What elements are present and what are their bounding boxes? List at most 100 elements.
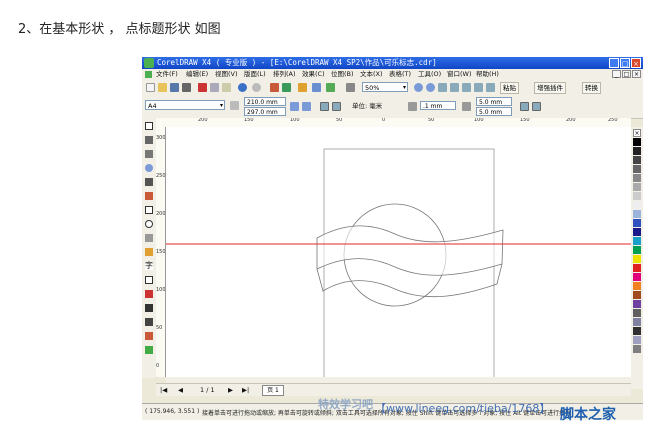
gray-swatch[interactable] bbox=[633, 165, 641, 173]
dimension-tool-icon[interactable] bbox=[145, 290, 153, 298]
zoom-level-select[interactable]: 50% bbox=[362, 82, 408, 93]
orange-swatch[interactable] bbox=[633, 282, 641, 290]
landscape-icon[interactable] bbox=[302, 102, 311, 111]
menu-arrange[interactable]: 排列(A) bbox=[273, 69, 296, 80]
magnifier-icon[interactable] bbox=[145, 164, 153, 172]
light-blue-swatch[interactable] bbox=[633, 210, 641, 218]
arrow-pointer-icon[interactable] bbox=[145, 122, 153, 130]
doc-close-button[interactable]: × bbox=[632, 70, 641, 78]
shape-tool-icon[interactable] bbox=[145, 136, 153, 144]
gray-swatch[interactable] bbox=[633, 147, 641, 155]
gray-swatch[interactable] bbox=[633, 345, 641, 353]
purple-swatch[interactable] bbox=[633, 300, 641, 308]
lavender-swatch[interactable] bbox=[633, 336, 641, 344]
nudge-distance-field[interactable]: .1 mm bbox=[420, 101, 456, 110]
portrait-icon[interactable] bbox=[290, 102, 299, 111]
polygon-tool-icon[interactable] bbox=[145, 234, 153, 242]
last-page-button[interactable]: ▶| bbox=[242, 385, 249, 395]
gray-swatch[interactable] bbox=[633, 183, 641, 191]
export-icon[interactable] bbox=[282, 83, 291, 92]
duplicate-x-field[interactable]: 5.0 mm bbox=[476, 97, 512, 106]
zoom-in-icon[interactable] bbox=[414, 83, 423, 92]
open-folder-icon[interactable] bbox=[158, 83, 167, 92]
rectangle-tool-icon[interactable] bbox=[145, 206, 153, 214]
zoom-height-icon[interactable] bbox=[486, 83, 495, 92]
blue-swatch[interactable] bbox=[633, 219, 641, 227]
basic-shapes-icon[interactable] bbox=[145, 248, 153, 256]
eyedropper-icon[interactable] bbox=[145, 304, 153, 312]
page-orientation-icon[interactable] bbox=[230, 101, 239, 110]
paper-height-field[interactable]: 297.0 mm bbox=[244, 107, 286, 116]
green-swatch[interactable] bbox=[633, 246, 641, 254]
no-color-icon[interactable]: × bbox=[633, 129, 641, 137]
fill-bucket-icon[interactable] bbox=[145, 332, 153, 340]
menu-file[interactable]: 文件(F) bbox=[156, 69, 178, 80]
zoom-width-icon[interactable] bbox=[474, 83, 483, 92]
red-swatch[interactable] bbox=[633, 264, 641, 272]
duplicate-y-field[interactable]: 5.0 mm bbox=[476, 107, 512, 116]
menu-help[interactable]: 帮助(H) bbox=[476, 69, 499, 80]
gray-swatch[interactable] bbox=[633, 156, 641, 164]
brown-swatch[interactable] bbox=[633, 291, 641, 299]
slate-swatch[interactable] bbox=[633, 318, 641, 326]
redo-icon[interactable] bbox=[252, 83, 261, 92]
zoom-selected-icon[interactable] bbox=[438, 83, 447, 92]
gray-swatch[interactable] bbox=[633, 192, 641, 200]
treat-as-filled-icon[interactable] bbox=[532, 102, 541, 111]
save-icon[interactable] bbox=[170, 83, 179, 92]
undo-icon[interactable] bbox=[238, 83, 247, 92]
welcome-screen-icon[interactable] bbox=[312, 83, 321, 92]
magenta-swatch[interactable] bbox=[633, 273, 641, 281]
menu-table[interactable]: 表格(T) bbox=[389, 69, 411, 80]
dark-swatch[interactable] bbox=[633, 327, 641, 335]
menu-edit[interactable]: 编辑(E) bbox=[186, 69, 208, 80]
smart-fill-icon[interactable] bbox=[145, 192, 153, 200]
menu-window[interactable]: 窗口(W) bbox=[447, 69, 472, 80]
paste-icon[interactable] bbox=[222, 83, 231, 92]
zoom-page-icon[interactable] bbox=[462, 83, 471, 92]
paper-type-select[interactable]: A4 bbox=[145, 100, 225, 111]
yellow-swatch[interactable] bbox=[633, 255, 641, 263]
zoom-out-icon[interactable] bbox=[426, 83, 435, 92]
table-tool-icon[interactable] bbox=[145, 276, 153, 284]
application-launcher-icon[interactable] bbox=[298, 83, 307, 92]
import-icon[interactable] bbox=[270, 83, 279, 92]
gray-swatch[interactable] bbox=[633, 174, 641, 182]
previous-page-button[interactable]: ◀ bbox=[178, 385, 183, 395]
cut-icon[interactable] bbox=[198, 83, 207, 92]
black-swatch[interactable] bbox=[633, 138, 641, 146]
menu-effects[interactable]: 效果(C) bbox=[302, 69, 325, 80]
zoom-options-icon[interactable] bbox=[346, 83, 355, 92]
doc-minimize-button[interactable]: _ bbox=[612, 70, 621, 78]
menu-text[interactable]: 文本(X) bbox=[360, 69, 383, 80]
outline-pen-icon[interactable] bbox=[145, 318, 153, 326]
navy-swatch[interactable] bbox=[633, 228, 641, 236]
menu-layout[interactable]: 版面(L) bbox=[244, 69, 266, 80]
menu-view[interactable]: 视图(V) bbox=[215, 69, 238, 80]
paper-width-field[interactable]: 210.0 mm bbox=[244, 97, 286, 106]
interactive-fill-icon[interactable] bbox=[145, 346, 153, 354]
menu-bitmaps[interactable]: 位图(B) bbox=[331, 69, 354, 80]
maximize-button[interactable]: □ bbox=[620, 58, 630, 68]
crop-tool-icon[interactable] bbox=[145, 150, 153, 158]
units-options-icon[interactable] bbox=[520, 102, 529, 111]
zoom-all-icon[interactable] bbox=[450, 83, 459, 92]
vertical-ruler[interactable]: 300 250 200 150 100 50 0 bbox=[156, 127, 166, 377]
paste-button[interactable]: 粘贴 bbox=[500, 82, 519, 94]
extensions-button[interactable]: 增强插件 bbox=[534, 82, 566, 94]
transform-button[interactable]: 转换 bbox=[582, 82, 601, 94]
cyan-swatch[interactable] bbox=[633, 237, 641, 245]
menu-tools[interactable]: 工具(O) bbox=[418, 69, 441, 80]
page-tab[interactable]: 页 1 bbox=[262, 385, 284, 396]
next-page-button[interactable]: ▶ bbox=[228, 385, 233, 395]
corel-online-icon[interactable] bbox=[326, 83, 335, 92]
drawing-canvas[interactable] bbox=[166, 127, 631, 377]
gray-swatch[interactable] bbox=[633, 201, 641, 209]
new-document-icon[interactable] bbox=[146, 83, 155, 92]
all-pages-icon[interactable] bbox=[320, 102, 329, 111]
close-button[interactable]: × bbox=[631, 58, 641, 68]
print-icon[interactable] bbox=[182, 83, 191, 92]
current-page-icon[interactable] bbox=[332, 102, 341, 111]
first-page-button[interactable]: |◀ bbox=[160, 385, 167, 395]
minimize-button[interactable]: _ bbox=[609, 58, 619, 68]
